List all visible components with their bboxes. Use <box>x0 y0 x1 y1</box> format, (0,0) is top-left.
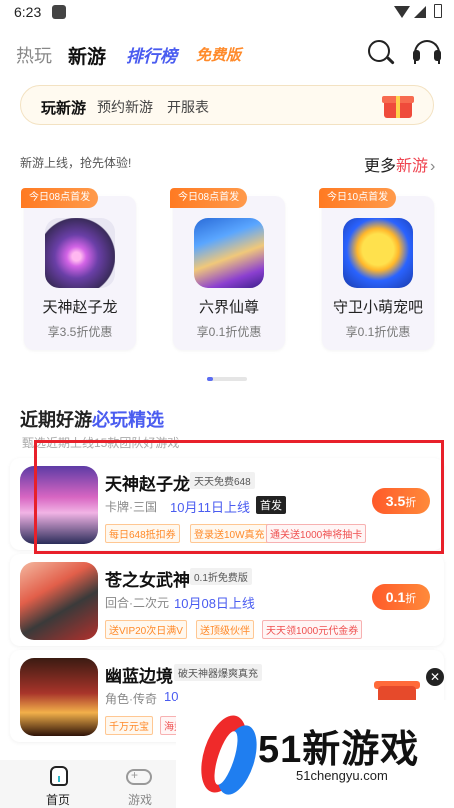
game-discount: 享0.1折优惠 <box>345 325 411 339</box>
top-nav: 热玩 新游 排行榜 免费版 <box>0 34 454 74</box>
home-icon <box>50 766 68 786</box>
subtab-server-list[interactable]: 开服表 <box>167 97 209 117</box>
brand-logo <box>192 709 265 800</box>
app-screen: 6:23 热玩 新游 排行榜 免费版 玩新游 预约新游 开服表 新游上线，抢先体… <box>0 0 454 808</box>
gamepad-icon <box>126 768 152 785</box>
close-icon[interactable]: ✕ <box>426 668 444 686</box>
more-highlight: 新游 <box>396 158 429 175</box>
tab-hot[interactable]: 热玩 <box>16 42 52 68</box>
gift-icon <box>381 90 415 120</box>
launch-badge: 今日08点首发 <box>170 188 248 208</box>
new-game-card[interactable]: 今日08点首发 天神赵子龙 享3.5折优惠 <box>21 188 136 350</box>
watermark-brand: 51新游戏 <box>258 729 420 771</box>
perk-pill: 送VIP20次日满V <box>105 620 187 639</box>
status-time: 6:23 <box>14 4 42 20</box>
game-name: 六界仙尊 <box>198 299 259 316</box>
discount-button[interactable]: 0.1折 <box>372 584 430 610</box>
game-thumbnail <box>194 218 264 288</box>
game-tag: 0.1折免费版 <box>190 568 252 585</box>
game-meta: 回合·二次元 <box>105 596 169 610</box>
game-thumbnail <box>343 218 413 288</box>
game-row[interactable]: 苍之女武神 0.1折免费版 回合·二次元 10月08日上线 送VIP20次日满V… <box>10 554 444 646</box>
game-name: 天神赵子龙 <box>42 299 118 316</box>
game-tag: 破天神器爆爽真充 <box>174 664 262 681</box>
recent-title-highlight: 必玩精选 <box>92 410 164 430</box>
search-icon[interactable] <box>366 38 396 68</box>
launch-badge: 今日10点首发 <box>319 188 397 208</box>
watermark-url: 51chengyu.com <box>296 768 388 783</box>
nav-home-label: 首页 <box>45 793 70 807</box>
game-name: 守卫小萌宠吧 <box>332 299 423 316</box>
game-discount: 享0.1折优惠 <box>196 325 262 339</box>
subtab-reserve[interactable]: 预约新游 <box>97 97 153 117</box>
battery-icon <box>434 4 442 18</box>
game-name: 幽蓝边境 <box>105 667 173 686</box>
wifi-icon <box>394 6 410 18</box>
more-new-games-link[interactable]: 更多新游 › <box>364 152 435 176</box>
tab-ranking[interactable]: 排行榜 <box>126 42 177 67</box>
price-value: 0.1 <box>385 589 406 605</box>
nav-games[interactable]: 游戏 <box>96 760 184 808</box>
release-date: 10月08日上线 <box>174 596 255 611</box>
game-discount: 享3.5折优惠 <box>47 325 113 339</box>
recent-title-prefix: 近期好游 <box>20 410 92 430</box>
price-unit: 折 <box>405 593 417 605</box>
perk-pill: 天天领1000元代金券 <box>262 620 363 639</box>
recent-games-title: 近期好游必玩精选 <box>20 406 164 432</box>
subtab-play-new[interactable]: 玩新游 <box>41 97 87 122</box>
tab-new[interactable]: 新游 <box>68 42 106 69</box>
status-bar: 6:23 <box>0 0 454 26</box>
tab-free[interactable]: 免费版 <box>196 44 241 65</box>
watermark: 51新游戏 51chengyu.com <box>176 700 454 808</box>
chevron-right-icon: › <box>430 158 436 175</box>
new-games-tagline: 新游上线，抢先体验! <box>20 156 132 170</box>
sub-tabs: 玩新游 预约新游 开服表 <box>20 85 434 125</box>
nav-games-label: 游戏 <box>127 793 152 807</box>
perk-pill: 送顶级伙伴 <box>196 620 254 639</box>
launch-badge: 今日08点首发 <box>21 188 99 208</box>
bottom-nav: 首页 游戏 <box>0 760 176 808</box>
game-icon <box>20 658 98 736</box>
selection-highlight <box>34 440 444 554</box>
game-icon <box>20 562 98 640</box>
new-game-card[interactable]: 今日08点首发 六界仙尊 享0.1折优惠 <box>170 188 285 350</box>
notification-icon <box>52 5 66 19</box>
headset-icon[interactable] <box>412 38 442 68</box>
game-meta: 角色·传奇 <box>105 692 157 706</box>
perk-pill: 千万元宝 <box>105 716 153 735</box>
carousel-indicator <box>207 377 247 381</box>
signal-icon <box>414 6 426 18</box>
new-game-card[interactable]: 今日10点首发 守卫小萌宠吧 享0.1折优惠 <box>319 188 434 350</box>
nav-home[interactable]: 首页 <box>14 760 102 808</box>
more-prefix: 更多 <box>364 158 397 175</box>
game-thumbnail <box>45 218 115 288</box>
game-name: 苍之女武神 <box>105 571 190 590</box>
